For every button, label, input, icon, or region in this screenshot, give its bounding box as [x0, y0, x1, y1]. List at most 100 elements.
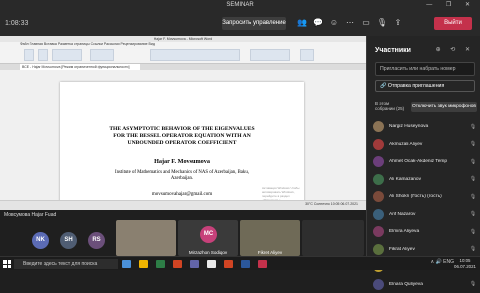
paper-title-line: FOR THE BESSEL OPERATOR EQUATION WITH AN	[60, 133, 304, 140]
participant-video[interactable]	[116, 220, 176, 256]
ribbon-styles	[150, 49, 240, 61]
avatar	[373, 226, 384, 237]
paper-affiliation: Institute of Mathematics and Mechanics o…	[112, 170, 252, 182]
people-icon[interactable]: 👥	[296, 16, 308, 30]
app-icon[interactable]	[258, 260, 267, 268]
leave-button[interactable]: Выйти	[434, 17, 472, 30]
mic-off-icon: 🎙	[469, 176, 477, 182]
participant-row[interactable]: Elnara Quliyeva🎙	[373, 276, 477, 293]
participant-name: Elmira Aliyeva	[389, 229, 469, 234]
participant-avatar: MC	[200, 226, 217, 243]
avatar	[373, 191, 384, 202]
mic-off-icon: 🎙	[469, 194, 477, 200]
mic-off-icon: 🎙	[469, 246, 477, 252]
participant-video[interactable]	[302, 220, 364, 256]
paper-title-line: THE ASYMPTOTIC BEHAVIOR OF THE EIGENVALU…	[60, 126, 304, 133]
windows-start-icon[interactable]	[3, 260, 11, 268]
meeting-timer: 1:08:33	[5, 20, 28, 27]
chat-icon[interactable]: 💬	[312, 16, 324, 30]
reaction-icon[interactable]: ☺	[328, 16, 340, 30]
app-icon[interactable]	[173, 260, 182, 268]
ribbon-button	[24, 49, 34, 61]
mic-off-icon: 🎙	[469, 229, 477, 235]
participant-row[interactable]: Ali Shokri (Гость) (гость)🎙	[373, 188, 477, 206]
participant-name: Ali Shokri (Гость) (гость)	[389, 194, 469, 199]
explorer-icon[interactable]	[139, 260, 148, 268]
paper-title: THE ASYMPTOTIC BEHAVIOR OF THE EIGENVALU…	[60, 126, 304, 147]
avatar	[373, 209, 384, 220]
meeting-toolbar: 👥 💬 ☺ ⋯ ▭ 🎙 ⇪	[296, 16, 404, 30]
affiliation-line: Azerbaijan.	[112, 176, 252, 182]
app-icon[interactable]	[156, 260, 165, 268]
app-icon[interactable]	[224, 260, 233, 268]
mute-all-button[interactable]: Отключить звук микрофонов	[411, 102, 477, 112]
ribbon-button	[38, 49, 48, 61]
mic-off-icon: 🎙	[469, 281, 477, 287]
share-link-icon: 🔗	[380, 83, 388, 89]
system-tray[interactable]: ∧ 🔊 ENG	[431, 259, 455, 265]
camera-icon[interactable]: ▭	[360, 16, 372, 30]
participants-panel: Участники ⊕ ⟲ ✕ Пригласить или набрать н…	[366, 36, 480, 256]
send-invite-button[interactable]: 🔗 Отправка приглашения	[375, 80, 475, 92]
app-icon[interactable]	[207, 260, 216, 268]
taskbar-clock[interactable]: 10:05 06.07.2021	[454, 258, 476, 269]
avatar	[373, 156, 384, 167]
presenter-name: Мовсумова Hajar Fuad	[4, 211, 56, 219]
shared-screen: Hajar F. Movsumova - Microsoft Word Файл…	[0, 36, 366, 210]
participant-name: Ali Kamazanov	[389, 177, 469, 182]
ribbon-button	[250, 49, 290, 61]
teams-icon[interactable]	[190, 260, 199, 268]
participant-avatar[interactable]: NK	[32, 232, 49, 249]
document-tab: ВСЕ - Hajar Movsumova [Режим ограниченно…	[20, 64, 140, 70]
mic-off-icon: 🎙	[469, 141, 477, 147]
panel-title: Участники	[375, 47, 411, 54]
participant-row[interactable]: Akmuzali Aliyev🎙	[373, 136, 477, 154]
window-controls[interactable]: — ❐ ✕	[426, 1, 476, 8]
window-title: SEMINAR	[0, 2, 480, 8]
paper-author: Hajar F. Movsumova	[60, 158, 304, 165]
word-icon[interactable]	[241, 260, 250, 268]
avatar	[373, 279, 384, 290]
share-icon[interactable]: ⇪	[392, 16, 404, 30]
ribbon-tabs: Файл Главная Вставка Разметка страницы С…	[20, 42, 155, 46]
participant-name: Arif Nazarov	[389, 212, 469, 217]
request-control-button[interactable]: Запросить управление	[222, 17, 286, 30]
ribbon-button	[52, 49, 82, 61]
meeting-top-bar: SEMINAR — ❐ ✕ 1:08:33 Запросить управлен…	[0, 0, 480, 36]
participant-tiles: NK SH RS MC Mirzazhon Sodiqov Fikret Ali…	[0, 220, 366, 256]
participant-row[interactable]: Arif Nazarov🎙	[373, 206, 477, 224]
video-label: Mirzazhon Sodiqov	[178, 250, 238, 255]
word-ribbon: Файл Главная Вставка Разметка страницы С…	[0, 42, 366, 64]
participant-row[interactable]: Nargiz Huseynova🎙	[373, 118, 477, 136]
avatar	[373, 139, 384, 150]
participant-row[interactable]: Elmira Aliyeva🎙	[373, 223, 477, 241]
ribbon-button	[90, 49, 114, 61]
participant-name: Elnara Quliyeva	[389, 282, 469, 287]
more-icon[interactable]: ⋯	[344, 16, 356, 30]
taskbar-apps	[122, 260, 267, 268]
panel-actions[interactable]: ⊕ ⟲ ✕	[436, 46, 474, 53]
document-tabstrip: ВСЕ - Hajar Movsumova [Режим ограниченно…	[0, 64, 366, 70]
participant-row[interactable]: Ahmet Ocak-Akdeniz Temp🎙	[373, 153, 477, 171]
participant-video[interactable]: MC Mirzazhon Sodiqov	[178, 220, 238, 256]
taskview-icon[interactable]	[122, 260, 131, 268]
participant-row[interactable]: Ali Kamazanov🎙	[373, 171, 477, 189]
clock-date: 06.07.2021	[454, 264, 476, 270]
in-meeting-label: В этом собрании (25)	[375, 101, 405, 111]
ribbon-button	[300, 49, 314, 61]
participant-name: Fikrat Aliyev	[389, 247, 469, 252]
video-label: Fikret Aliyev	[240, 250, 300, 255]
windows-taskbar: Введите здесь текст для поиска ∧ 🔊 ENG 1…	[0, 256, 480, 270]
participant-avatar[interactable]: RS	[88, 232, 105, 249]
avatar	[373, 244, 384, 255]
avatar	[373, 174, 384, 185]
participant-name: Ahmet Ocak-Akdeniz Temp	[389, 159, 469, 164]
mic-icon[interactable]: 🎙	[376, 16, 388, 30]
send-invite-label: Отправка приглашения	[388, 83, 444, 89]
participant-video[interactable]: Fikret Aliyev	[240, 220, 300, 256]
taskbar-search-input[interactable]: Введите здесь текст для поиска	[14, 259, 118, 269]
invite-input[interactable]: Пригласить или набрать номер	[375, 62, 475, 76]
mic-off-icon: 🎙	[469, 159, 477, 165]
participant-avatar[interactable]: SH	[60, 232, 77, 249]
paper-title-line: UNBOUNDED OPERATOR COEFFICIENT	[60, 140, 304, 147]
